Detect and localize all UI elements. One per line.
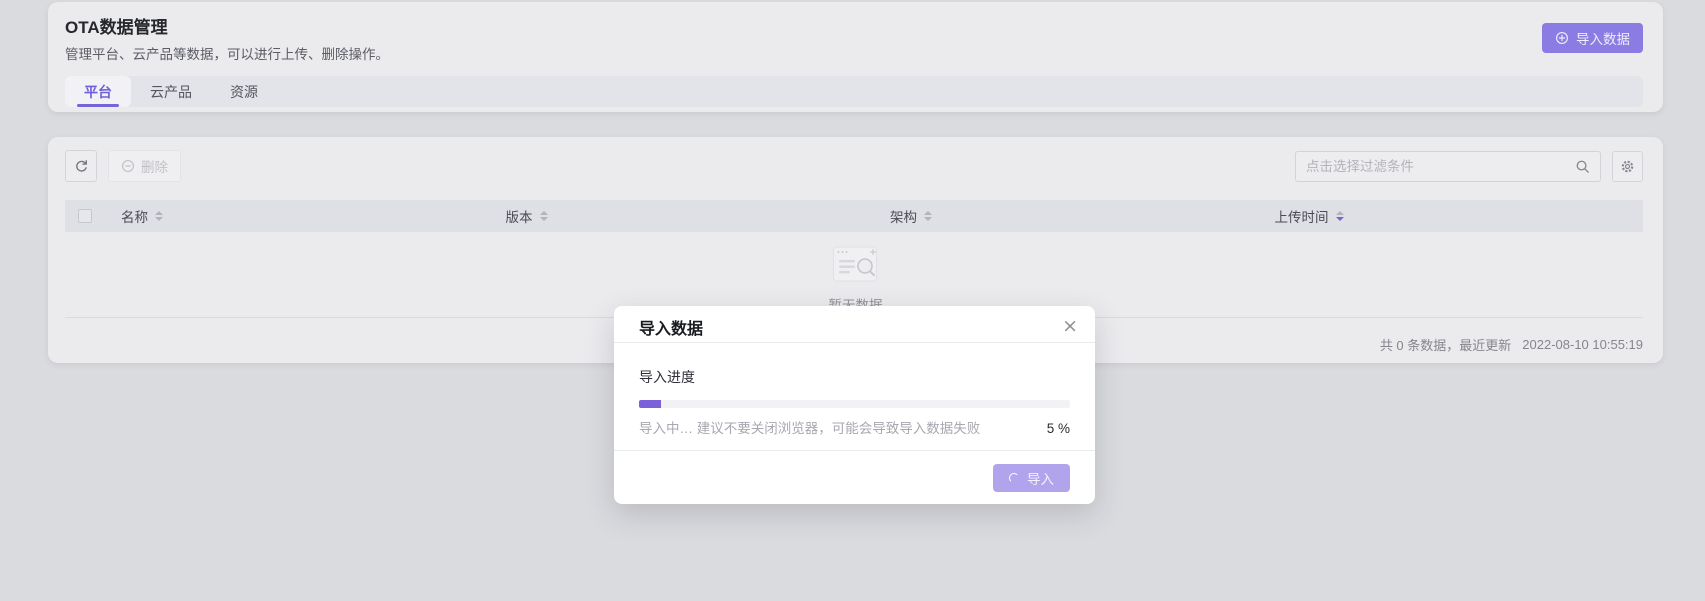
sort-desc-icon[interactable] bbox=[924, 217, 932, 221]
header-card: OTA数据管理 管理平台、云产品等数据，可以进行上传、删除操作。 导入数据 平台… bbox=[48, 2, 1663, 112]
modal-body: 导入进度 导入中… 建议不要关闭浏览器，可能会导致导入数据失败 5 % bbox=[614, 343, 1095, 437]
refresh-icon bbox=[74, 159, 89, 174]
select-all-checkbox[interactable] bbox=[78, 209, 92, 223]
import-data-button[interactable]: 导入数据 bbox=[1542, 23, 1643, 53]
sort-desc-icon[interactable] bbox=[155, 217, 163, 221]
column-header-version-label: 版本 bbox=[506, 206, 533, 226]
search-icon bbox=[1575, 159, 1590, 174]
sorter-name[interactable] bbox=[155, 211, 163, 221]
page-title: OTA数据管理 bbox=[65, 13, 168, 38]
sort-asc-icon[interactable] bbox=[155, 211, 163, 215]
tab-cloud-products[interactable]: 云产品 bbox=[131, 76, 211, 107]
sort-asc-icon[interactable] bbox=[1336, 211, 1344, 215]
column-header-architecture[interactable]: 架构 bbox=[874, 206, 1259, 226]
filter-input[interactable] bbox=[1295, 151, 1601, 182]
loading-spinner-icon bbox=[1009, 473, 1019, 483]
modal-import-button-label: 导入 bbox=[1027, 468, 1054, 488]
sort-asc-icon[interactable] bbox=[540, 211, 548, 215]
progress-fill bbox=[639, 400, 661, 408]
sorter-architecture[interactable] bbox=[924, 211, 932, 221]
tab-resources-label: 资源 bbox=[230, 82, 258, 102]
sort-desc-icon[interactable] bbox=[540, 217, 548, 221]
progress-label: 导入进度 bbox=[639, 367, 1070, 387]
import-data-button-label: 导入数据 bbox=[1576, 28, 1630, 48]
tab-platform[interactable]: 平台 bbox=[65, 76, 131, 107]
column-header-upload-time-label: 上传时间 bbox=[1275, 206, 1329, 226]
settings-button[interactable] bbox=[1612, 151, 1643, 182]
tab-cloud-products-label: 云产品 bbox=[150, 82, 192, 102]
last-updated-timestamp: 2022-08-10 10:55:19 bbox=[1522, 337, 1643, 352]
sorter-upload-time[interactable] bbox=[1336, 211, 1344, 221]
column-header-name[interactable]: 名称 bbox=[105, 206, 490, 226]
column-header-upload-time[interactable]: 上传时间 bbox=[1259, 206, 1644, 226]
empty-data-icon bbox=[832, 244, 880, 289]
tab-platform-label: 平台 bbox=[84, 82, 112, 102]
delete-button-label: 删除 bbox=[141, 156, 168, 176]
close-icon[interactable]: × bbox=[1062, 317, 1078, 336]
empty-state: 暂无数据 bbox=[48, 244, 1663, 314]
sort-desc-icon-active[interactable] bbox=[1336, 217, 1344, 221]
refresh-button[interactable] bbox=[65, 150, 97, 182]
tabs-bar: 平台 云产品 资源 bbox=[65, 76, 1643, 107]
column-header-version[interactable]: 版本 bbox=[490, 206, 875, 226]
table-header-checkbox-cell bbox=[65, 209, 105, 223]
table-header-row: 名称 版本 架构 上传时间 bbox=[65, 200, 1643, 232]
gear-icon bbox=[1620, 159, 1635, 174]
filter-text-field[interactable] bbox=[1306, 159, 1575, 174]
sort-asc-icon[interactable] bbox=[924, 211, 932, 215]
column-header-architecture-label: 架构 bbox=[890, 206, 917, 226]
minus-circle-icon bbox=[121, 159, 135, 173]
delete-button[interactable]: 删除 bbox=[108, 150, 181, 182]
modal-footer: 导入 bbox=[614, 450, 1095, 504]
progress-bar bbox=[639, 400, 1070, 408]
table-footer: 共 0 条数据，最近更新 2022-08-10 10:55:19 bbox=[1380, 331, 1643, 357]
tab-resources[interactable]: 资源 bbox=[211, 76, 277, 107]
modal-import-button[interactable]: 导入 bbox=[993, 464, 1070, 492]
table-summary-text: 共 0 条数据，最近更新 bbox=[1380, 335, 1511, 354]
sorter-version[interactable] bbox=[540, 211, 548, 221]
column-header-name-label: 名称 bbox=[121, 206, 148, 226]
progress-hint-text: 导入中… 建议不要关闭浏览器，可能会导致导入数据失败 bbox=[639, 417, 980, 437]
modal-title: 导入数据 bbox=[639, 315, 703, 339]
plus-circle-icon bbox=[1555, 31, 1569, 45]
import-data-modal: 导入数据 × 导入进度 导入中… 建议不要关闭浏览器，可能会导致导入数据失败 5… bbox=[614, 306, 1095, 504]
progress-percent-value: 5 % bbox=[1047, 421, 1070, 436]
progress-info-row: 导入中… 建议不要关闭浏览器，可能会导致导入数据失败 5 % bbox=[639, 417, 1070, 437]
page-subtitle: 管理平台、云产品等数据，可以进行上传、删除操作。 bbox=[65, 43, 389, 63]
modal-header: 导入数据 × bbox=[614, 306, 1095, 343]
